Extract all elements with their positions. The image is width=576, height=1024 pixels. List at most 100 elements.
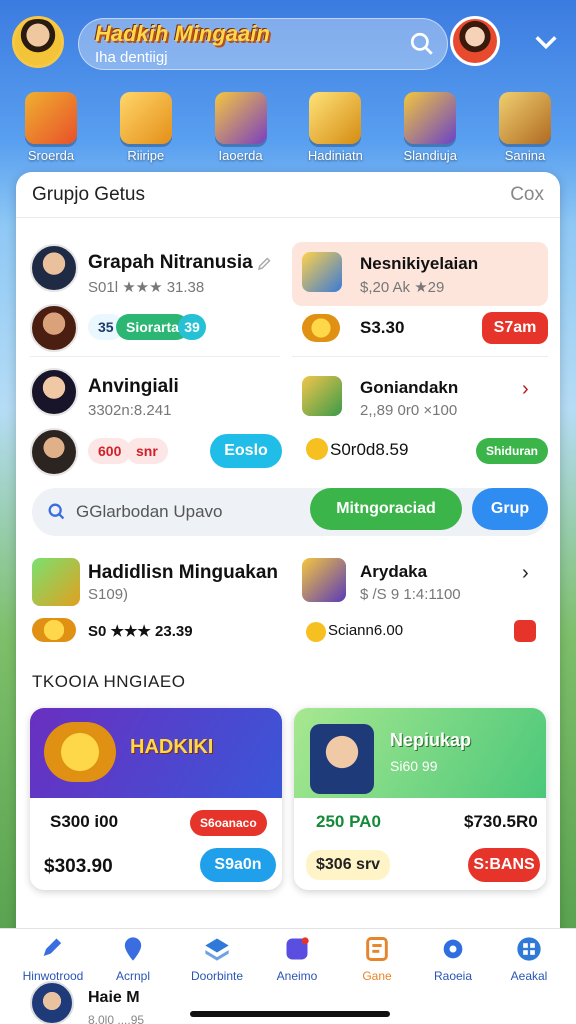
- unit-chip: snr: [126, 438, 168, 464]
- user-name: Haie M: [88, 989, 140, 1006]
- nav-label: Aneimo: [276, 969, 318, 983]
- group-search-bar[interactable]: GGlarbodan Upavo: [32, 488, 548, 536]
- buy-button[interactable]: S7am: [482, 312, 548, 344]
- treasure-icon: [214, 92, 267, 144]
- category-item-5[interactable]: Slandiuja: [385, 92, 475, 168]
- count-chip: 39: [178, 314, 206, 340]
- group-button[interactable]: Grup: [472, 488, 548, 530]
- buy-button[interactable]: S9a0n: [200, 848, 276, 882]
- search-placeholder: Iha dentiigj: [95, 49, 168, 66]
- price-value: $730.5R0: [464, 812, 538, 831]
- item-title: Goniandakn: [360, 378, 459, 397]
- close-button[interactable]: Cox: [510, 184, 544, 206]
- avatar[interactable]: [30, 244, 78, 292]
- group-panel: Grupjo Getus Cox Grapah Nitranusia S01l …: [16, 172, 560, 952]
- layers-icon: [205, 938, 229, 961]
- search-pill[interactable]: Hadkih Mingaain Iha dentiigj: [78, 18, 448, 70]
- profile-avatar[interactable]: [12, 16, 64, 68]
- item-subtitle: $ /S 9 1:4:1100: [360, 586, 461, 603]
- action-button[interactable]: Eoslo: [210, 434, 282, 468]
- search-input[interactable]: GGlarbodan Upavo: [76, 502, 222, 522]
- avatar[interactable]: [30, 368, 78, 416]
- item-title: Grapah Nitranusia: [88, 252, 253, 273]
- category-label: Iaoerda: [218, 148, 263, 163]
- nav-item-7[interactable]: Aeakal: [492, 935, 566, 983]
- nav-label: Gane: [362, 969, 392, 983]
- price-value: Sciann6.00: [328, 622, 404, 639]
- divider: [292, 356, 548, 357]
- section-title: TKOOIA HNGIAEO: [32, 672, 186, 691]
- nav-item-4[interactable]: Aneimo: [260, 935, 334, 983]
- price-value: $303.90: [44, 856, 113, 877]
- nav-item-3[interactable]: Doorbinte: [180, 935, 254, 983]
- frame-icon: [302, 558, 346, 602]
- nav-label: Aeakal: [510, 969, 548, 983]
- offer-card[interactable]: Nepiukap Si60 99 250 PA0 $730.5R0 $306 s…: [294, 708, 546, 890]
- item-title: Hadidlisn Minguakan: [88, 562, 279, 583]
- search-icon: [48, 503, 65, 520]
- edit-icon[interactable]: [256, 254, 274, 272]
- nav-item-6[interactable]: Raoeia: [416, 935, 490, 983]
- item-title: Arydaka: [360, 562, 428, 581]
- search-icon[interactable]: [409, 31, 435, 57]
- avatar[interactable]: [30, 428, 78, 476]
- category-label: Hadiniatn: [307, 148, 363, 163]
- price-chip: 600: [88, 438, 132, 464]
- coins-icon: [302, 314, 340, 342]
- location-icon: [124, 937, 142, 961]
- category-label: Sanina: [504, 148, 546, 163]
- item-subtitle: S01l ★★★ 31.38: [88, 279, 205, 296]
- chest-icon: [302, 376, 342, 416]
- nav-label: Acrnpl: [115, 969, 150, 983]
- panel-header: Grupjo Getus Cox: [16, 172, 560, 218]
- item-title: Anvingiali: [88, 376, 179, 397]
- nav-item-1[interactable]: Hinwotrood: [16, 935, 90, 983]
- shopping-bag-icon: [25, 92, 77, 144]
- edit-icon: [286, 937, 309, 960]
- chevron-right-icon[interactable]: ›: [522, 562, 529, 585]
- category-item-4[interactable]: Hadiniatn: [290, 92, 380, 168]
- nav-item-2[interactable]: Acrnpl: [96, 935, 170, 983]
- star-icon: [306, 438, 328, 460]
- buy-button[interactable]: S:BANS: [468, 848, 540, 882]
- chevron-right-icon[interactable]: ›: [522, 378, 529, 401]
- gift-icon[interactable]: [514, 620, 536, 642]
- avatar[interactable]: [30, 304, 78, 352]
- star-icon: [306, 622, 326, 642]
- card-banner-title: Nepiukap: [390, 730, 472, 750]
- card-banner-subtitle: Si60 99: [390, 758, 438, 774]
- avatar: [30, 981, 74, 1024]
- item-subtitle: $,20 Ak ★29: [360, 279, 445, 296]
- nav-label: Raoeia: [433, 969, 473, 983]
- price-value: S0 ★★★ 23.39: [88, 623, 193, 640]
- category-item-6[interactable]: Sanina: [480, 92, 570, 168]
- chevron-down-icon[interactable]: [532, 28, 560, 56]
- gear-icon: [443, 939, 463, 959]
- category-item-1[interactable]: Sroerda: [6, 92, 96, 168]
- shield-icon: [404, 92, 457, 144]
- treasure-icon: [44, 722, 116, 782]
- price-value: S3.30: [360, 318, 405, 337]
- user-subtitle: 8.0l0 ....95: [88, 1013, 145, 1024]
- character-icon: [310, 724, 374, 794]
- frame-icon: [498, 92, 551, 144]
- offer-card[interactable]: HADKIKI S300 i00 S6oanaco $303.90 S9a0n: [30, 708, 282, 890]
- grid-icon: [517, 937, 541, 961]
- card-banner-title: HADKIKI: [130, 736, 214, 758]
- category-item-2[interactable]: Riiripe: [101, 92, 191, 168]
- divider: [30, 356, 280, 357]
- home-indicator[interactable]: [190, 1011, 390, 1017]
- app-title: Hadkih Mingaain: [95, 21, 270, 46]
- price-value: S0r0d8.59: [330, 440, 409, 459]
- trophy-icon: [309, 92, 362, 144]
- discount-badge: S6oanaco: [190, 810, 267, 836]
- join-button[interactable]: Mitngoraciad: [310, 488, 462, 530]
- friend-avatar[interactable]: [450, 16, 500, 66]
- nav-item-5[interactable]: Gane: [340, 935, 414, 983]
- item-subtitle: 3302n:8.241: [88, 402, 172, 419]
- item-title: Nesnikiyelaian: [360, 254, 479, 273]
- status-badge[interactable]: Shiduran: [476, 438, 549, 464]
- category-label: Sroerda: [27, 148, 75, 163]
- category-item-3[interactable]: Iaoerda: [196, 92, 286, 168]
- nav-label: Doorbinte: [190, 969, 244, 983]
